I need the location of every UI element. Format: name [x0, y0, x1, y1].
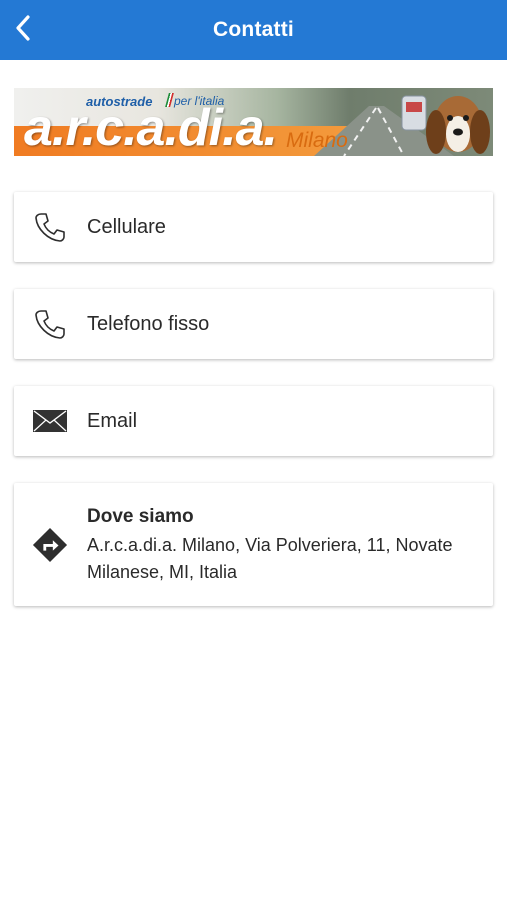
location-card[interactable]: Dove siamo A.r.c.a.di.a. Milano, Via Pol…: [14, 483, 493, 606]
phone-icon: [32, 306, 68, 342]
banner-city: Milano: [286, 129, 348, 152]
envelope-icon: [32, 403, 68, 439]
banner-brand-main: a.r.c.a.di.a.: [24, 99, 278, 156]
location-address: A.r.c.a.di.a. Milano, Via Polveriera, 11…: [87, 535, 453, 582]
contact-email[interactable]: Email: [14, 386, 493, 456]
contact-label: Cellulare: [87, 216, 166, 238]
contact-label: Email: [87, 410, 138, 432]
contact-cellulare[interactable]: Cellulare: [14, 192, 493, 262]
top-nav-bar: Contatti: [0, 0, 507, 60]
arcadia-banner: autostrade per l'italia a.r.c.a.di.a. Mi…: [14, 88, 493, 156]
contact-label: Telefono fisso: [87, 313, 210, 335]
dog-image: [426, 96, 490, 154]
directions-icon: [32, 527, 68, 563]
contact-telefono-fisso[interactable]: Telefono fisso: [14, 289, 493, 359]
phone-icon: [32, 209, 68, 245]
page-title: Contatti: [213, 18, 294, 41]
location-title: Dove siamo: [87, 506, 194, 527]
